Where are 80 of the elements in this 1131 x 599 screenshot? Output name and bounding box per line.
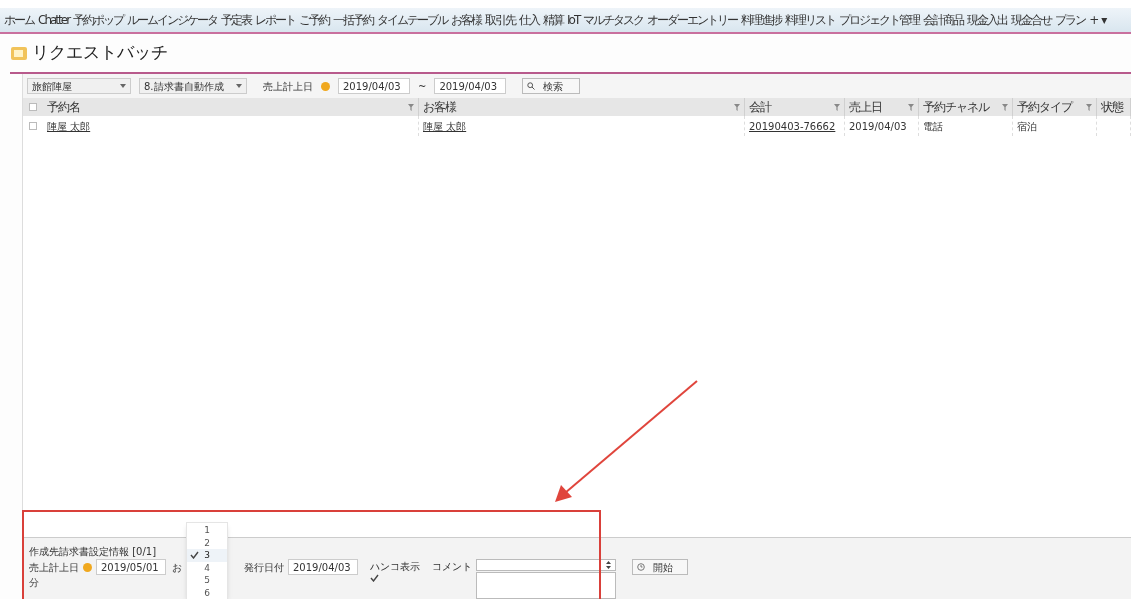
dropdown-option[interactable]: 3 — [187, 549, 227, 562]
info-icon — [321, 81, 330, 91]
info-icon — [83, 562, 92, 572]
nav-tab[interactable]: + — [1089, 11, 1098, 29]
date-label: 売上計上日 — [263, 79, 313, 94]
nav-tab[interactable]: 一括予約 — [333, 11, 374, 29]
comment-select[interactable] — [476, 559, 616, 571]
nav-tab[interactable]: お客様 — [451, 11, 482, 29]
caret-icon — [120, 84, 126, 88]
nav-tab[interactable]: タイムテーブル — [377, 11, 448, 29]
header-checkbox[interactable] — [29, 103, 37, 111]
search-icon — [527, 82, 536, 90]
store-select[interactable]: 旅館陣屋 — [27, 78, 131, 94]
stamp-label: ハンコ表示 — [370, 560, 420, 574]
date-from-field[interactable]: 2019/04/03 — [338, 78, 410, 94]
table-cell-text: 2019/04/03 — [849, 119, 907, 134]
nav-tab[interactable]: 料理リスト — [785, 11, 836, 29]
unit-label: 分 — [29, 576, 39, 590]
nav-tab[interactable]: 仕入 — [519, 11, 540, 29]
clock-icon — [637, 563, 645, 571]
nav-tab[interactable]: 予定表 — [221, 11, 252, 29]
nav-tab[interactable]: 予約ポップ — [73, 11, 124, 29]
page-title: リクエストバッチ — [32, 41, 168, 65]
nav-tab[interactable]: 現金入出 — [967, 11, 1008, 29]
date-to-field[interactable]: 2019/04/03 — [434, 78, 507, 94]
dropdown-option[interactable]: 1 — [187, 524, 227, 537]
filter-icon[interactable] — [1086, 103, 1092, 111]
settings-title: 作成先請求書設定情報 [0/1] — [29, 545, 157, 559]
sales-date-label: 売上計上日 — [29, 560, 79, 575]
row-link[interactable]: 陣屋 太郎 — [423, 118, 467, 134]
stamp-checkbox[interactable] — [370, 574, 380, 583]
issue-date-label: 発行日付 — [244, 560, 284, 575]
column-header[interactable]: 会計 — [749, 98, 771, 116]
nav-tab[interactable]: ▾ — [1101, 11, 1106, 29]
caret-icon — [236, 84, 242, 88]
column-header[interactable]: 予約名 — [47, 98, 80, 116]
row-link[interactable]: 陣屋 太郎 — [47, 118, 91, 134]
search-button[interactable]: 検索 — [522, 78, 581, 94]
filter-icon[interactable] — [734, 103, 740, 111]
range-separator: ~ — [418, 79, 427, 94]
dropdown-option[interactable]: 5 — [187, 574, 227, 587]
mode-select[interactable]: 8.請求書自動作成 — [139, 78, 247, 94]
nav-tab[interactable]: ご予約 — [299, 11, 330, 29]
table-cell-text: 電話 — [923, 119, 943, 134]
filter-icon[interactable] — [834, 103, 840, 111]
nav-tab[interactable]: マルチタスク — [583, 11, 644, 29]
issue-date-field[interactable]: 2019/04/03 — [288, 559, 358, 575]
check-icon — [190, 551, 199, 559]
updown-icon — [606, 561, 611, 569]
row-checkbox[interactable] — [29, 122, 37, 130]
filter-icon[interactable] — [1002, 103, 1008, 111]
nav-tab[interactable]: ホーム — [4, 11, 34, 29]
nav-tab[interactable]: ルームインジケータ — [127, 11, 218, 29]
column-header[interactable]: 予約タイプ — [1017, 98, 1072, 116]
nav-tab[interactable]: 取引先 — [485, 11, 516, 29]
nav-tab[interactable]: 会計商品 — [923, 11, 964, 29]
nav-tab[interactable]: 現金合せ — [1011, 11, 1052, 29]
comment-label: コメント — [432, 560, 472, 574]
row-link[interactable]: 20190403-76662 — [749, 118, 836, 134]
cut-label: お — [172, 560, 182, 575]
column-header[interactable]: 予約チャネル — [923, 98, 989, 116]
filter-icon[interactable] — [908, 103, 914, 111]
nav-tab[interactable]: オーダーエントリー — [647, 11, 738, 29]
nav-tab[interactable]: Chatter — [38, 11, 70, 29]
folder-icon — [10, 44, 28, 62]
comment-textarea[interactable] — [476, 572, 616, 599]
column-header[interactable]: お客様 — [423, 98, 456, 116]
sales-date-field[interactable]: 2019/05/01 — [96, 559, 166, 575]
nav-tab[interactable]: プラン — [1055, 11, 1086, 29]
column-header[interactable]: 状態 — [1101, 98, 1123, 116]
start-button[interactable]: 開始 — [632, 559, 688, 575]
column-header[interactable]: 売上日 — [849, 98, 882, 116]
filter-icon[interactable] — [408, 103, 414, 111]
nav-tab[interactable]: 料理進捗 — [741, 11, 782, 29]
nav-tab[interactable]: レポート — [255, 11, 296, 29]
nav-tab[interactable]: プロジェクト管理 — [839, 11, 920, 29]
nav-tab[interactable]: 精算 — [543, 11, 564, 29]
check-icon — [370, 574, 379, 582]
table-cell-text: 宿泊 — [1017, 119, 1037, 134]
nav-tab[interactable]: IoT — [567, 11, 580, 29]
